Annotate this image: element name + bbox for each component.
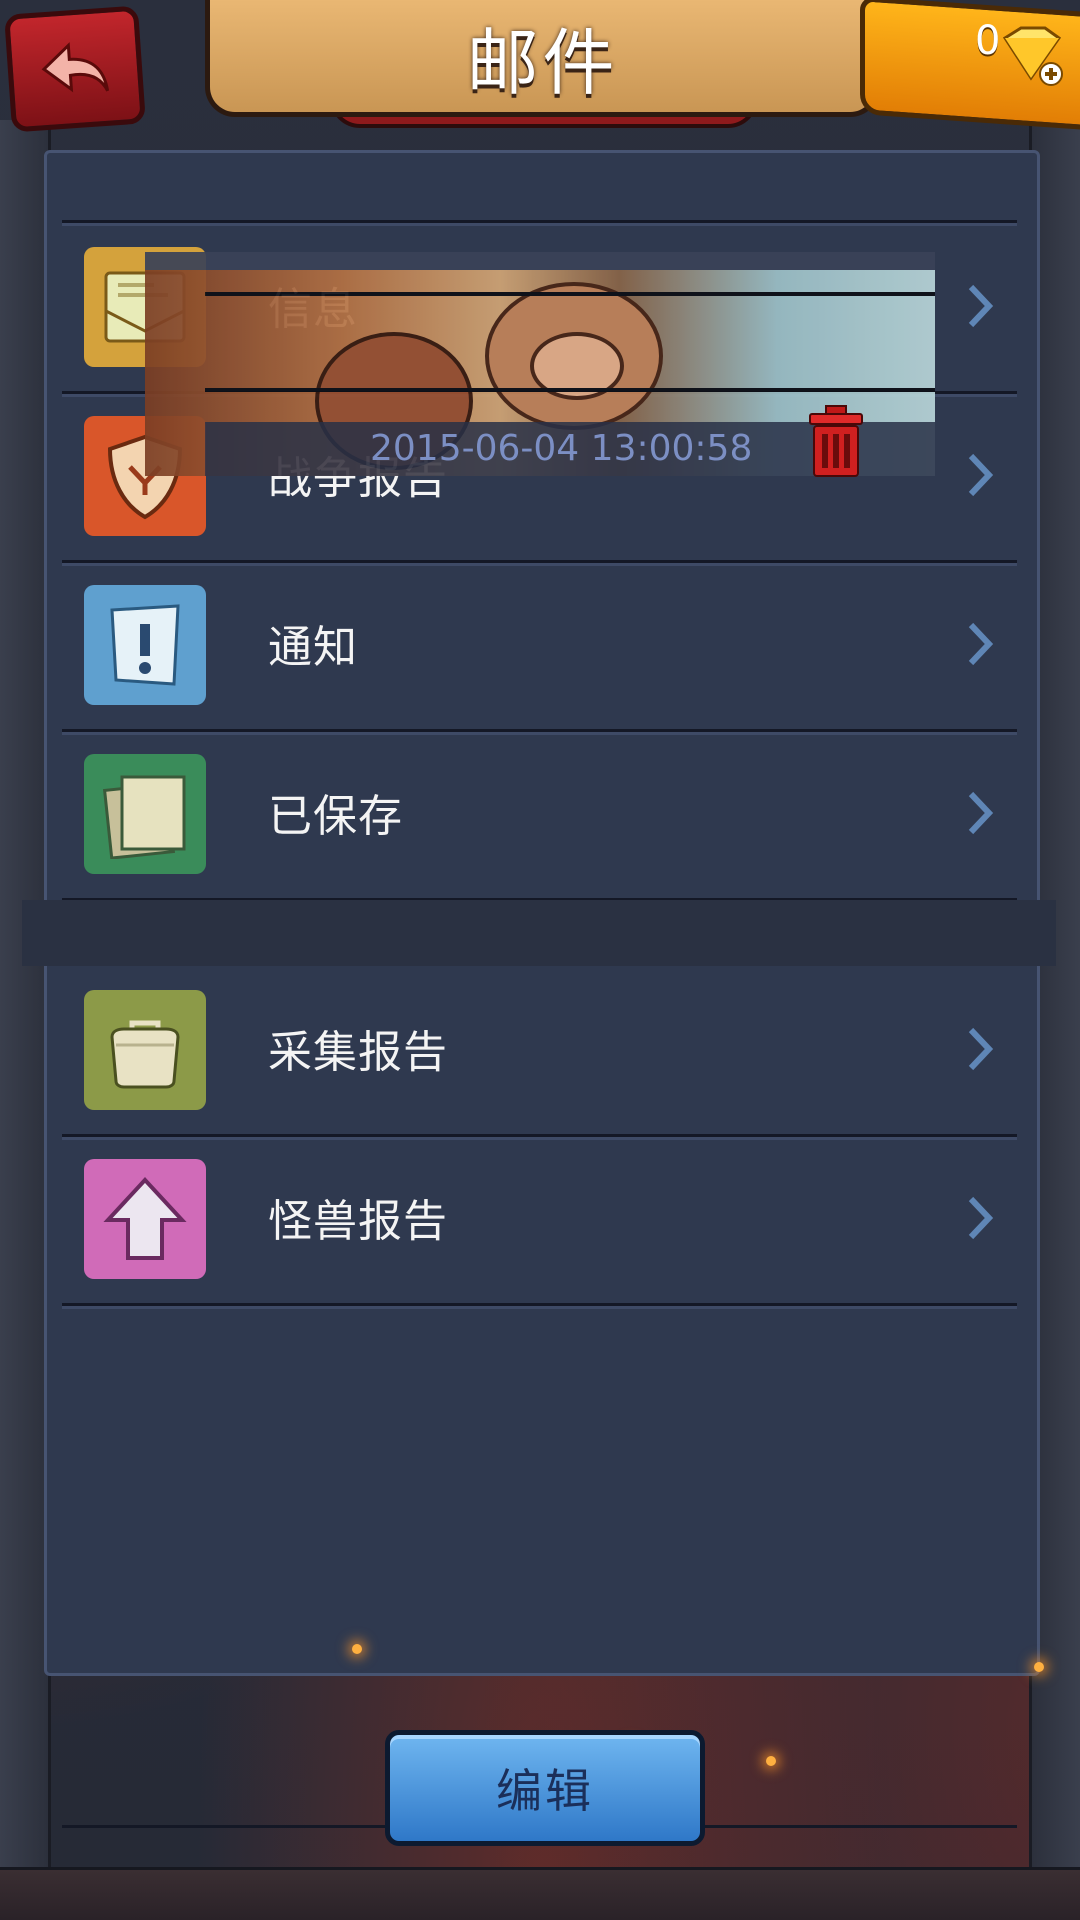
trash-icon[interactable] [808, 404, 864, 478]
ember-particle [1034, 1662, 1044, 1672]
bag-icon [84, 990, 206, 1110]
menu-item-label: 采集报告 [268, 1027, 448, 1078]
menu-item-gather-report[interactable]: 采集报告 [62, 966, 1017, 1137]
ember-particle [766, 1756, 776, 1766]
menu-item-label: 通知 [268, 622, 358, 673]
menu-item-saved[interactable]: 已保存 [62, 730, 1017, 901]
bottom-stone-border [0, 1867, 1080, 1920]
back-arrow-icon [41, 42, 110, 93]
menu-item-monster-report[interactable]: 怪兽报告 [62, 1135, 1017, 1306]
edit-button-label: 编辑 [496, 1764, 594, 1818]
chevron-right-icon [968, 1196, 994, 1240]
menu-item-label: 已保存 [268, 791, 403, 842]
preview-line [205, 388, 935, 392]
preview-line [205, 292, 935, 296]
page-title: 邮件 [466, 20, 619, 105]
chevron-right-icon [968, 284, 994, 328]
back-button[interactable] [4, 5, 146, 133]
menu-item-notice[interactable]: 通知 [62, 561, 1017, 732]
title-plate: 邮件 [205, 0, 880, 117]
ember-particle [352, 1644, 362, 1654]
saved-papers-icon [84, 754, 206, 874]
chevron-right-icon [968, 791, 994, 835]
notice-icon [84, 585, 206, 705]
edit-button[interactable]: 编辑 [385, 1730, 705, 1846]
chevron-right-icon [968, 622, 994, 666]
mail-date: 2015-06-04 13:00:58 [370, 428, 753, 469]
arrow-up-icon [84, 1159, 206, 1279]
preview-top-stripe [145, 252, 935, 270]
gem-plus-icon[interactable] [995, 24, 1067, 88]
chevron-right-icon [968, 1027, 994, 1071]
chevron-right-icon [968, 453, 994, 497]
menu-item-label: 怪兽报告 [268, 1196, 448, 1247]
section-divider [22, 900, 1056, 966]
